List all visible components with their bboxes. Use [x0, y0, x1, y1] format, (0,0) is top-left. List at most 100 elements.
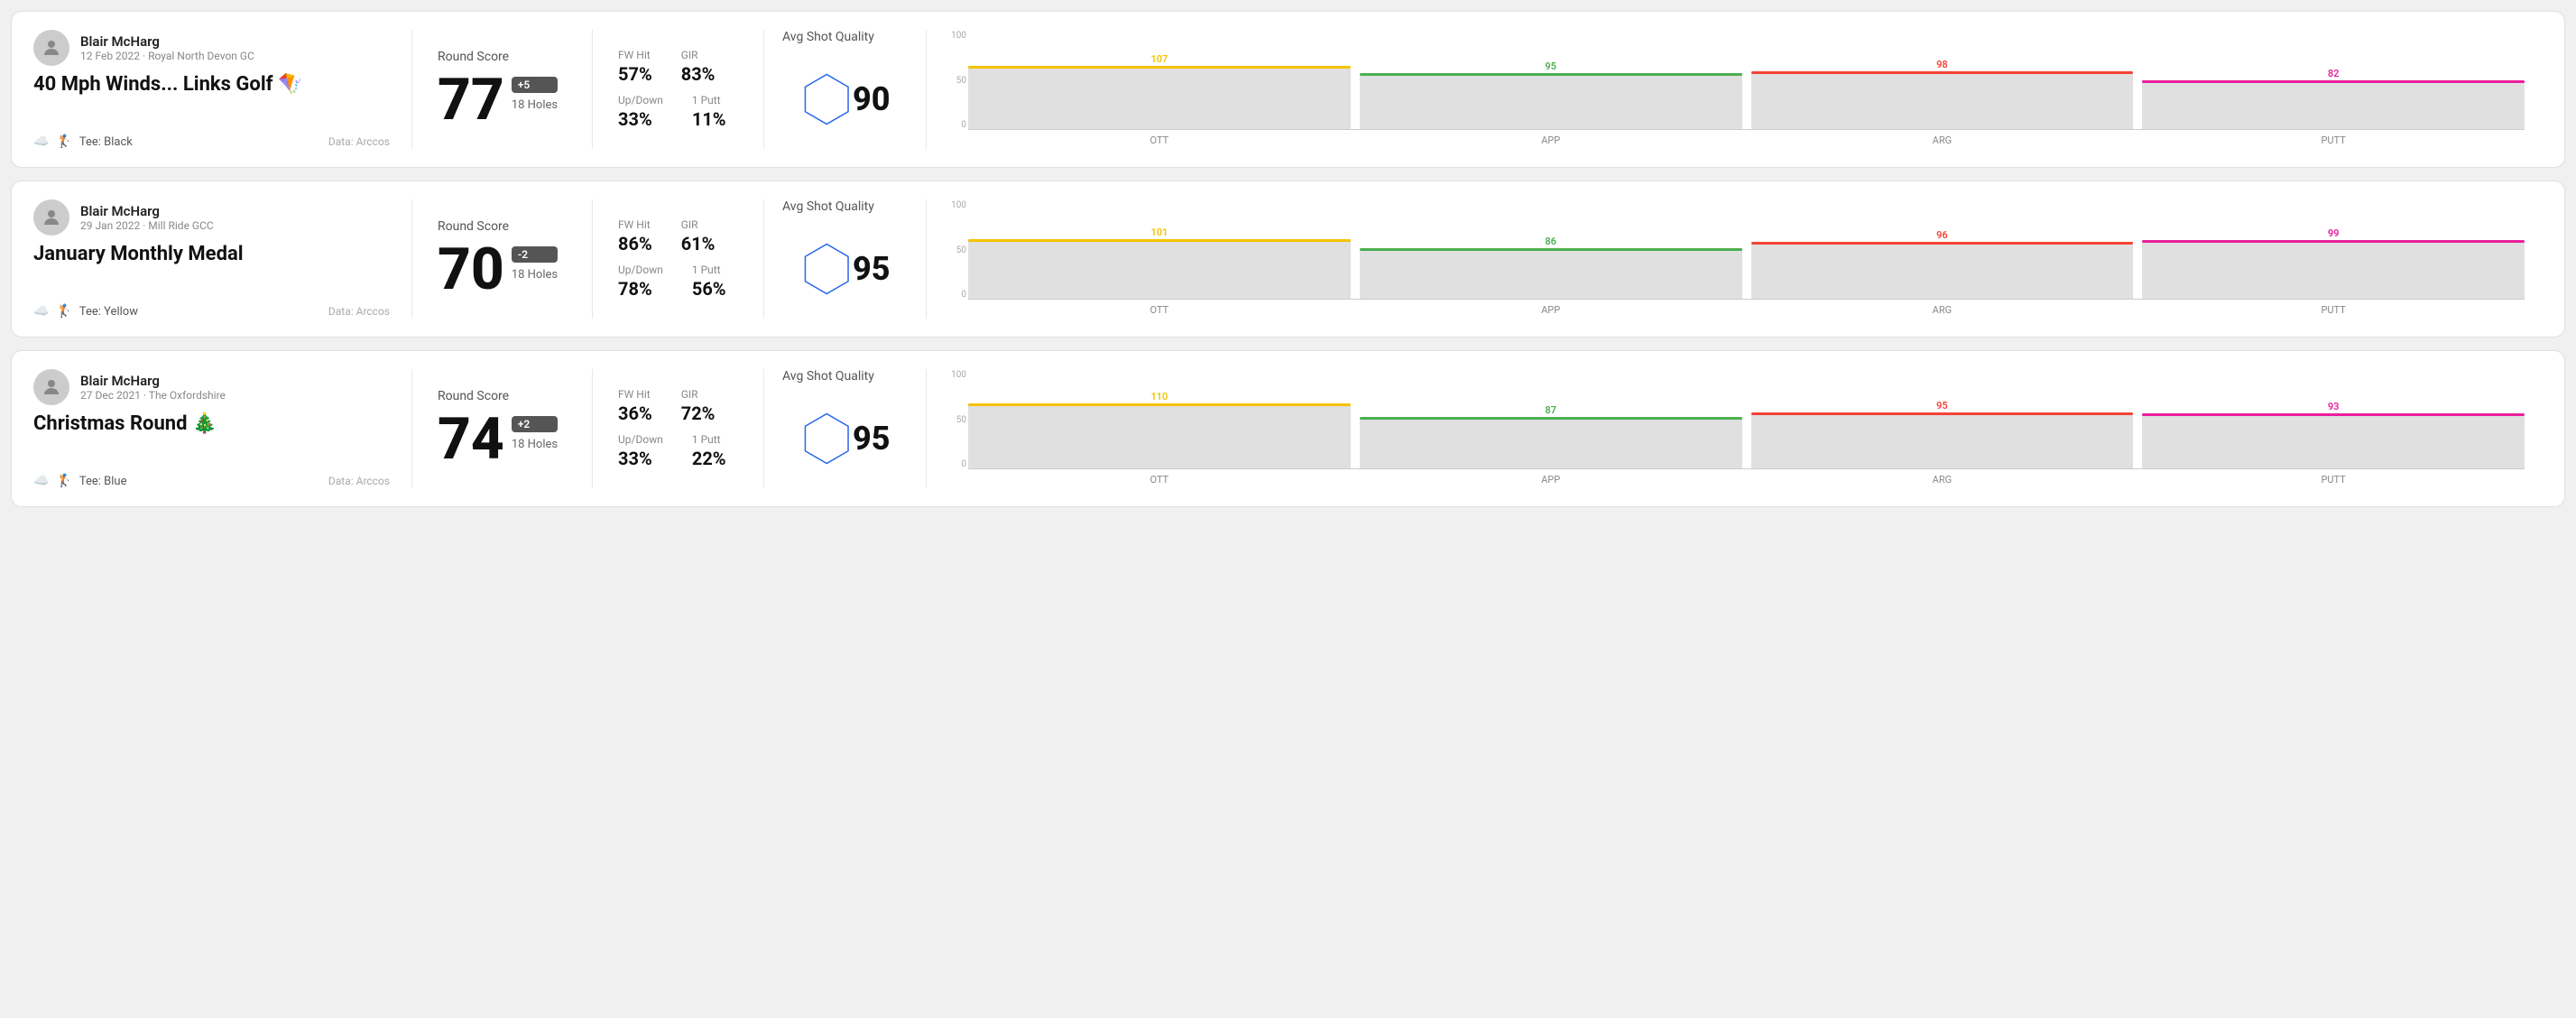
stat-updown-value: 78% [618, 278, 663, 300]
bar-column: 95 ARG [1751, 370, 2134, 469]
score-badge: -2 18 Holes [512, 246, 558, 282]
bar-colored-line [1360, 417, 1742, 420]
hexagon-wrapper: 95 [800, 389, 891, 488]
data-source: Data: Arccos [328, 475, 390, 487]
bar-value: 87 [1545, 405, 1556, 415]
stat-oneputt-label: 1 Putt [692, 433, 726, 446]
stats-row-bottom: Up/Down 33% 1 Putt 22% [618, 433, 738, 469]
stat-gir-label: GIR [681, 49, 716, 61]
tee-label: Tee: Blue [79, 475, 127, 488]
weather-icon: ☁️ [33, 474, 49, 488]
stat-fw-hit-value: 57% [618, 63, 652, 85]
bar-label: APP [1541, 474, 1560, 486]
user-meta: 27 Dec 2021 · The Oxfordshire [80, 389, 226, 402]
bag-icon: 🏌 [56, 304, 71, 319]
score-modifier: -2 [512, 246, 558, 263]
holes-label: 18 Holes [512, 268, 558, 282]
bar-label: OTT [1150, 134, 1169, 146]
holes-label: 18 Holes [512, 98, 558, 112]
bar-inner [1360, 248, 1742, 300]
score-main: 74 +2 18 Holes [438, 411, 567, 468]
avatar [33, 369, 69, 405]
bar-column: 86 APP [1360, 200, 1742, 300]
y-label-0: 0 [945, 290, 966, 300]
stat-updown: Up/Down 78% [618, 264, 663, 300]
stat-oneputt-value: 22% [692, 448, 726, 469]
stat-gir-value: 72% [681, 403, 716, 424]
user-info: Blair McHarg 29 Jan 2022 · Mill Ride GCC [80, 203, 214, 232]
y-axis: 100 50 0 [945, 370, 966, 487]
bars-area: 110 OTT 87 APP 95 ARG [968, 370, 2525, 487]
avatar [33, 199, 69, 236]
stats-row-top: FW Hit 57% GIR 83% [618, 49, 738, 85]
user-meta: 29 Jan 2022 · Mill Ride GCC [80, 219, 214, 232]
y-label-50: 50 [945, 76, 966, 86]
axis-line [968, 129, 2525, 130]
stat-gir-label: GIR [681, 218, 716, 231]
bar-value: 101 [1150, 227, 1168, 237]
stat-gir: GIR 72% [681, 388, 716, 424]
y-label-50: 50 [945, 245, 966, 255]
bar-column: 93 PUTT [2142, 370, 2525, 469]
y-axis: 100 50 0 [945, 200, 966, 318]
stats-row-top: FW Hit 86% GIR 61% [618, 218, 738, 255]
stat-fw-hit-label: FW Hit [618, 218, 652, 231]
data-source: Data: Arccos [328, 135, 390, 148]
bar-colored-line [1751, 71, 2134, 74]
bar-column: 107 OTT [968, 31, 1351, 130]
score-modifier: +5 [512, 77, 558, 93]
card-left: Blair McHarg 27 Dec 2021 · The Oxfordshi… [33, 369, 412, 488]
stat-oneputt-label: 1 Putt [692, 264, 726, 276]
stat-fw-hit: FW Hit 57% [618, 49, 652, 85]
card-left: Blair McHarg 29 Jan 2022 · Mill Ride GCC… [33, 199, 412, 319]
quality-label: Avg Shot Quality [782, 199, 874, 214]
tee-label: Tee: Yellow [79, 305, 138, 319]
card-chart: 100 50 0 101 OTT 86 APP [927, 199, 2543, 319]
bag-icon: 🏌 [56, 474, 71, 488]
stats-row-bottom: Up/Down 78% 1 Putt 56% [618, 264, 738, 300]
bar-colored-line [2142, 413, 2525, 416]
y-label-100: 100 [945, 200, 966, 210]
stat-updown: Up/Down 33% [618, 433, 663, 469]
user-name: Blair McHarg [80, 33, 254, 50]
axis-line [968, 299, 2525, 300]
bag-icon: 🏌 [56, 134, 71, 149]
bar-value: 96 [1936, 230, 1948, 240]
stat-fw-hit-value: 86% [618, 233, 652, 255]
bar-column: 101 OTT [968, 200, 1351, 300]
bar-inner [968, 239, 1351, 300]
stat-updown: Up/Down 33% [618, 94, 663, 130]
round-card-round1: Blair McHarg 12 Feb 2022 · Royal North D… [11, 11, 2565, 168]
bar-value: 107 [1150, 54, 1168, 64]
bar-column: 110 OTT [968, 370, 1351, 469]
bar-inner [968, 403, 1351, 469]
card-score: Round Score 74 +2 18 Holes [412, 369, 593, 488]
stat-oneputt: 1 Putt 11% [692, 94, 726, 130]
round-title: 40 Mph Winds... Links Golf 🪁 [33, 73, 390, 96]
score-number: 74 [438, 411, 504, 468]
user-info: Blair McHarg 27 Dec 2021 · The Oxfordshi… [80, 373, 226, 402]
card-stats: FW Hit 57% GIR 83% Up/Down 33% 1 Putt 11… [593, 30, 764, 149]
user-row: Blair McHarg 27 Dec 2021 · The Oxfordshi… [33, 369, 390, 405]
bar-colored-line [968, 66, 1351, 69]
score-number: 70 [438, 241, 504, 299]
weather-icon: ☁️ [33, 134, 49, 149]
stats-row-bottom: Up/Down 33% 1 Putt 11% [618, 94, 738, 130]
bar-colored-line [968, 403, 1351, 406]
stat-gir: GIR 61% [681, 218, 716, 255]
stat-oneputt-value: 11% [692, 108, 726, 130]
bar-colored-line [1751, 242, 2134, 245]
bar-label: OTT [1150, 304, 1169, 316]
bar-value: 110 [1150, 392, 1168, 402]
bar-colored-line [968, 239, 1351, 242]
bar-label: OTT [1150, 474, 1169, 486]
data-source: Data: Arccos [328, 305, 390, 318]
bars-area: 107 OTT 95 APP 98 ARG [968, 31, 2525, 148]
user-icon [41, 207, 62, 228]
card-footer: ☁️ 🏌 Tee: Black Data: Arccos [33, 134, 390, 149]
bar-label: PUTT [2321, 474, 2345, 486]
round-card-round2: Blair McHarg 29 Jan 2022 · Mill Ride GCC… [11, 180, 2565, 338]
weather-icon: ☁️ [33, 304, 49, 319]
score-main: 77 +5 18 Holes [438, 71, 567, 129]
bars-area: 101 OTT 86 APP 96 ARG [968, 200, 2525, 318]
